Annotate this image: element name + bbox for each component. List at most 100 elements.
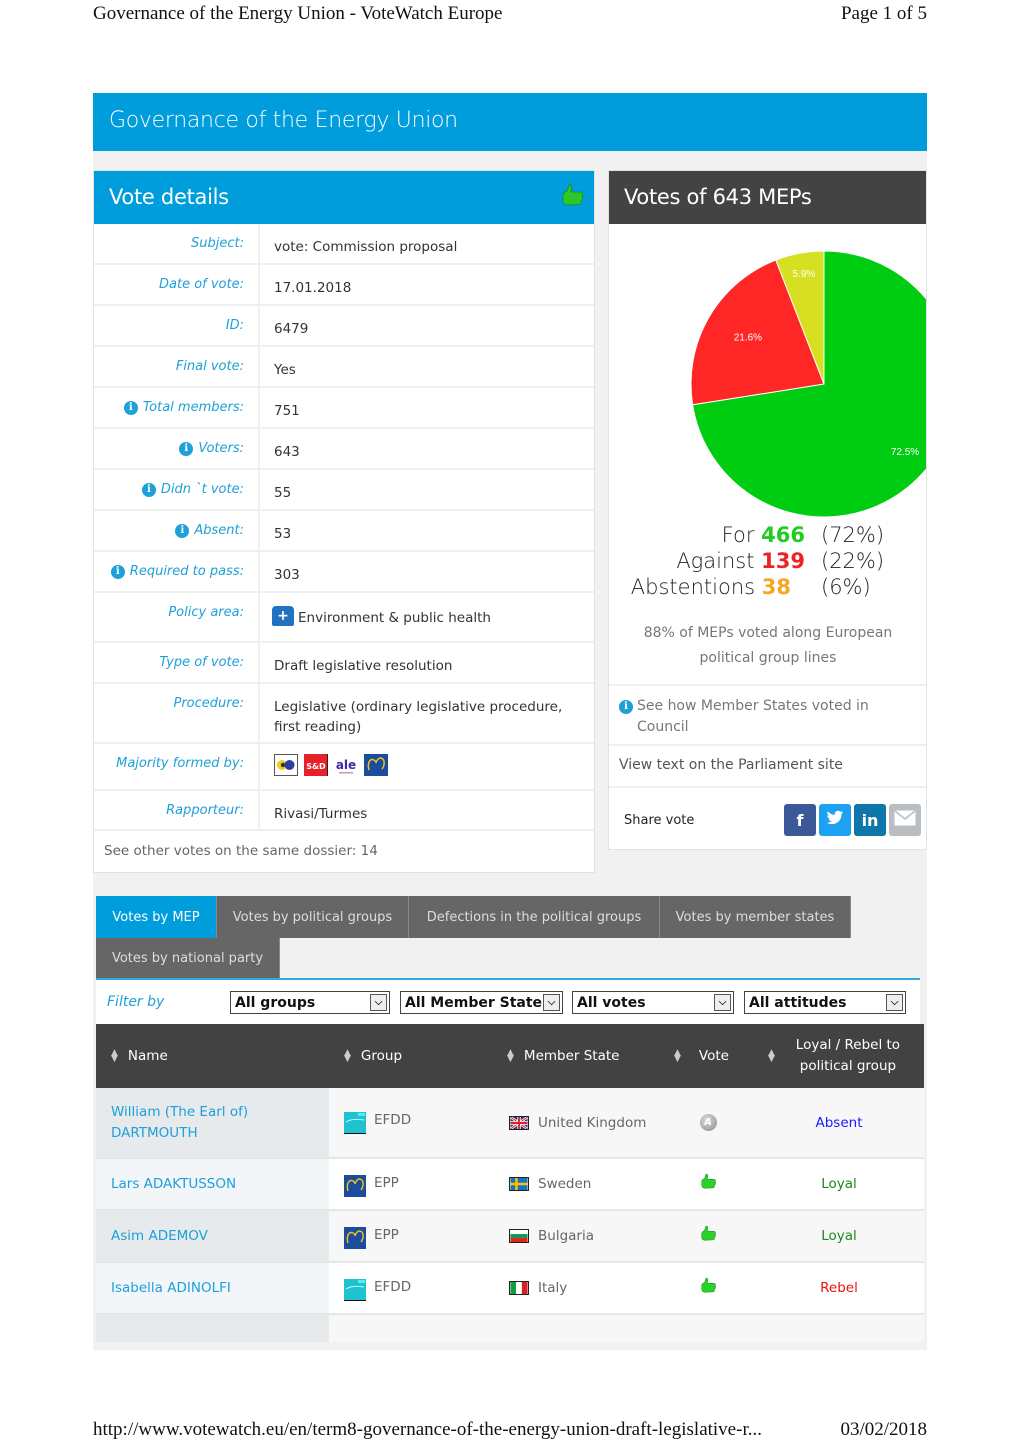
share-email-button[interactable] — [889, 804, 921, 836]
member-state-name: Italy — [538, 1280, 568, 1296]
vote-detail-value: 6479 — [260, 306, 594, 345]
vote-cell — [661, 1263, 755, 1313]
group-filter-select[interactable]: All groups ⌵ — [230, 991, 390, 1014]
mep-name-link[interactable]: Isabella ADINOLFI — [96, 1263, 329, 1313]
tab-votes-by-national-party[interactable]: Votes by national party — [96, 938, 280, 979]
vote-detail-label: Final vote: — [94, 347, 260, 386]
vote-detail-row: Date of vote: 17.01.2018 — [94, 265, 594, 306]
vote-details-card: Vote details Subject: vote: Commission pr… — [93, 170, 595, 873]
vote-detail-row: Rapporteur: Rivasi/Turmes — [94, 791, 594, 831]
loyalty-status: Loyal — [821, 1228, 857, 1244]
vote-detail-value: Yes — [260, 347, 594, 386]
chevron-down-icon: ⌵ — [714, 994, 731, 1011]
share-buttons: f in — [784, 804, 921, 836]
chevron-down-icon: ⌵ — [370, 994, 387, 1011]
mep-name-link[interactable]: Lars ADAKTUSSON — [96, 1159, 329, 1209]
vote-detail-row: Type of vote: Draft legislative resolutio… — [94, 643, 594, 684]
group-logo-alde-icon[interactable]: ale — [334, 754, 364, 776]
column-header-member-state[interactable]: ▲ ▼ Member State — [507, 1024, 619, 1088]
vote-detail-label-text: Majority formed by: — [116, 756, 244, 771]
tab-votes-by-mep[interactable]: Votes by MEP — [96, 896, 217, 938]
svg-text:ale: ale — [336, 758, 356, 772]
flag-sweden-icon — [509, 1176, 538, 1192]
group-filter-value: All groups — [235, 994, 316, 1011]
vote-detail-value-text: 17.01.2018 — [274, 280, 352, 296]
vote-detail-value-text: Rivasi/Turmes — [274, 806, 368, 822]
group-epp-icon — [344, 1227, 374, 1253]
info-icon[interactable]: i — [110, 565, 125, 579]
info-icon[interactable]: i — [175, 524, 190, 538]
vote-detail-label-text: Didn `t vote: — [160, 482, 244, 497]
thumbs-up-icon — [699, 1277, 717, 1299]
vote-detail-value: Legislative (ordinary legislative proced… — [260, 684, 594, 742]
column-header-vote[interactable]: ▲ ▼ Vote — [674, 1024, 729, 1088]
vote-detail-row: i Voters: 643 — [94, 429, 594, 470]
share-linkedin-button[interactable]: in — [854, 804, 886, 836]
parliament-link[interactable]: View text on the Parliament site — [609, 744, 926, 786]
print-header: Governance of the Energy Union - VoteWat… — [93, 2, 927, 26]
filter-label: Filter by — [107, 994, 165, 1010]
member-state-cell: Italy — [494, 1263, 661, 1313]
vote-detail-row: Majority formed by: S&D ale — [94, 744, 594, 791]
meps-table: ▲ ▼ Name ▲ ▼ Group ▲ ▼ Member State ▲ ▼ Vote ▲ ▼ L… — [96, 1024, 924, 1342]
attitude-filter-select[interactable]: All attitudes ⌵ — [744, 991, 906, 1014]
council-link[interactable]: i See how Member States voted in Council — [609, 684, 926, 744]
vote-detail-label-text: Total members: — [142, 400, 244, 415]
loyalty-cell: Absent — [755, 1088, 923, 1157]
loyalty-status: Absent — [815, 1114, 863, 1131]
info-icon[interactable]: i — [179, 442, 194, 456]
vote-detail-value-text: Yes — [274, 362, 296, 378]
column-header-group[interactable]: ▲ ▼ Group — [344, 1024, 402, 1088]
vote-detail-value-text: 643 — [274, 444, 300, 460]
group-efdd-icon — [344, 1112, 374, 1138]
column-header-name[interactable]: ▲ ▼ Name — [111, 1024, 168, 1088]
tab-votes-by-member-states[interactable]: Votes by member states — [660, 896, 851, 938]
group-name: EPP — [374, 1227, 399, 1243]
vote-details-list: Subject: vote: Commission proposal Date of… — [94, 224, 594, 831]
vote-detail-label: Majority formed by: — [94, 744, 260, 789]
flag-united-kingdom-icon — [509, 1115, 538, 1131]
share-facebook-button[interactable]: f — [784, 804, 816, 836]
group-logo-s-d-icon[interactable]: S&D — [304, 754, 334, 776]
info-icon[interactable]: i — [141, 483, 156, 497]
mep-name-link[interactable]: Asim ADEMOV — [96, 1211, 329, 1261]
page-title: Governance of the Energy Union — [93, 93, 927, 151]
info-icon[interactable]: i — [123, 401, 138, 415]
vote-detail-label-text: Absent: — [194, 523, 244, 538]
vote-filter-select[interactable]: All votes ⌵ — [572, 991, 734, 1014]
total-abstentions-count: 38 — [761, 575, 791, 599]
chevron-down-icon: ⌵ — [886, 994, 903, 1011]
total-against-pct: (22%) — [821, 549, 885, 573]
group-logo-greens-efa-icon[interactable] — [274, 754, 304, 776]
group-cell: EFDD — [329, 1088, 494, 1157]
sort-icon: ▲ ▼ — [768, 1048, 775, 1064]
votes-summary-heading: Votes of 643 MEPs — [609, 171, 926, 224]
vote-detail-label: i Didn `t vote: — [94, 470, 260, 509]
health-kit-icon — [272, 606, 294, 626]
mep-name: William (The Earl of) DARTMOUTH — [111, 1103, 249, 1141]
column-header-name-label: Name — [127, 1048, 168, 1064]
table-row: Isabella ADINOLFI EFDD Italy Rebel — [96, 1263, 924, 1315]
tab-votes-by-political-groups[interactable]: Votes by political groups — [217, 896, 409, 938]
sort-icon: ▲ ▼ — [507, 1048, 514, 1064]
other-votes-link[interactable]: See other votes on the same dossier: 14 — [94, 831, 594, 871]
vote-detail-value-text: vote: Commission proposal — [274, 239, 458, 255]
share-twitter-button[interactable] — [819, 804, 851, 836]
member-state-filter-select[interactable]: All Member State ⌵ — [400, 991, 563, 1014]
tab-defections[interactable]: Defections in the political groups — [409, 896, 660, 938]
column-header-vote-label: Vote — [698, 1048, 729, 1064]
facebook-icon: f — [796, 810, 804, 830]
total-for-count: 466 — [761, 523, 805, 547]
print-page-number: Page 1 of 5 — [840, 3, 927, 24]
group-logo-epp-icon[interactable] — [364, 754, 394, 776]
table-row: William (The Earl of) DARTMOUTH EFDD Unite… — [96, 1088, 924, 1159]
thumbs-up-icon — [699, 1173, 717, 1195]
column-header-loyalty[interactable]: ▲ ▼ Loyal / Rebel to political group — [768, 1024, 903, 1088]
mep-name-link[interactable]: William (The Earl of) DARTMOUTH — [96, 1088, 329, 1157]
group-cell: EPP — [329, 1211, 494, 1261]
total-against: Against 139 (22%) — [609, 549, 926, 575]
vote-detail-value: vote: Commission proposal — [260, 224, 594, 263]
vote-detail-label: Subject: — [94, 224, 260, 263]
column-header-group-label: Group — [360, 1048, 403, 1064]
council-link-label: See how Member States voted in Council — [637, 698, 869, 735]
